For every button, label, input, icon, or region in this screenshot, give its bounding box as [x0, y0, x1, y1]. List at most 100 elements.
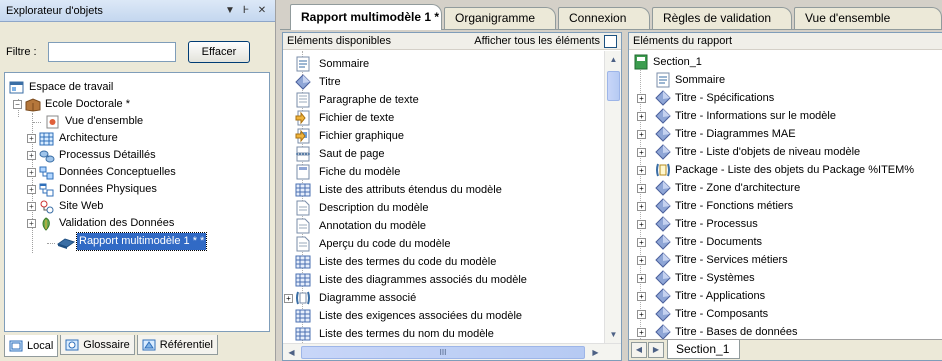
expand-icon[interactable]: +: [637, 165, 646, 175]
available-element-item[interactable]: Fichier de texte: [295, 109, 394, 127]
expand-icon[interactable]: +: [637, 219, 646, 229]
expand-icon[interactable]: +: [637, 237, 646, 247]
expand-icon[interactable]: +: [27, 168, 36, 177]
scroll-left-icon[interactable]: ◀: [283, 344, 300, 361]
tree-node-validation[interactable]: + Validation des Données: [27, 215, 174, 232]
available-element-item[interactable]: Fichier graphique: [295, 127, 404, 145]
report-element-label: Titre - Systèmes: [675, 272, 755, 284]
expand-icon[interactable]: +: [637, 147, 646, 157]
available-element-item[interactable]: Paragraphe de texte: [295, 91, 419, 109]
report-element-item[interactable]: + Titre - Diagrammes MAE: [637, 125, 796, 143]
filter-label: Filtre :: [6, 46, 37, 58]
report-element-item[interactable]: + Titre - Fonctions métiers: [637, 197, 793, 215]
vertical-scrollbar[interactable]: ▲ ▼: [604, 51, 621, 343]
available-element-item[interactable]: Saut de page: [295, 145, 384, 163]
tab-connexion[interactable]: Connexion: [558, 7, 650, 29]
available-element-label: Liste des termes du nom du modèle: [319, 328, 494, 340]
scroll-down-icon[interactable]: ▼: [605, 326, 622, 343]
document-icon: [295, 218, 311, 234]
expand-icon[interactable]: +: [27, 134, 36, 143]
expand-icon[interactable]: +: [637, 309, 646, 319]
available-element-item[interactable]: Liste des termes du nom du modèle: [295, 325, 494, 343]
scroll-thumb[interactable]: III: [301, 346, 585, 359]
section-prev-icon[interactable]: ◀: [631, 342, 647, 358]
available-element-item[interactable]: Sommaire: [295, 55, 369, 73]
expand-icon[interactable]: +: [637, 93, 646, 103]
expand-icon[interactable]: +: [637, 111, 646, 121]
expand-icon[interactable]: +: [637, 327, 646, 337]
tab-organigramme[interactable]: Organigramme: [444, 7, 556, 29]
available-element-item[interactable]: Aperçu du code du modèle: [295, 235, 450, 253]
tab-regles-validation[interactable]: Règles de validation: [652, 7, 792, 29]
report-element-item[interactable]: + Package - Liste des objets du Package %…: [637, 161, 914, 179]
tree-node-workspace[interactable]: Espace de travail: [9, 79, 113, 96]
tree-node-donnees-conceptuelles[interactable]: + Données Conceptuelles: [27, 164, 176, 181]
report-element-label: Titre - Bases de données: [675, 326, 798, 338]
tab-vue-ensemble[interactable]: Vue d'ensemble: [794, 7, 942, 29]
list-icon: [295, 182, 311, 198]
expand-icon[interactable]: +: [27, 219, 36, 228]
expand-icon[interactable]: +: [637, 201, 646, 211]
expand-icon[interactable]: +: [637, 255, 646, 265]
close-icon[interactable]: ✕: [255, 5, 269, 16]
tree-node-label: Espace de travail: [29, 81, 114, 93]
tree-node-vue-ensemble[interactable]: Vue d'ensemble: [45, 113, 143, 130]
local-icon: [9, 340, 23, 352]
available-element-item[interactable]: Description du modèle: [295, 199, 428, 217]
pin-icon[interactable]: Ͱ: [239, 5, 253, 16]
expand-icon[interactable]: +: [27, 202, 36, 211]
report-element-item[interactable]: + Titre - Informations sur le modèle: [637, 107, 836, 125]
explorer-titlebar: Explorateur d'objets ▼ Ͱ ✕: [0, 0, 275, 22]
tab-referentiel[interactable]: Référentiel: [136, 335, 218, 355]
clear-filter-button[interactable]: Effacer: [188, 41, 250, 63]
report-element-item[interactable]: + Titre - Spécifications: [637, 89, 774, 107]
filter-input[interactable]: [48, 42, 176, 62]
tab-section-1[interactable]: Section_1: [667, 340, 741, 359]
tree-node-architecture[interactable]: + Architecture: [27, 130, 118, 147]
expand-icon[interactable]: +: [637, 273, 646, 283]
scroll-right-icon[interactable]: ▶: [587, 344, 604, 361]
available-element-item[interactable]: Liste des termes du code du modèle: [295, 253, 496, 271]
available-element-item[interactable]: + Diagramme associé: [284, 289, 416, 307]
report-element-item[interactable]: + Titre - Applications: [637, 287, 765, 305]
expand-icon[interactable]: +: [27, 185, 36, 194]
expand-icon[interactable]: +: [284, 293, 293, 303]
report-element-item[interactable]: + Titre - Composants: [637, 305, 768, 323]
expand-icon[interactable]: +: [637, 291, 646, 301]
panel-menu-icon[interactable]: ▼: [223, 5, 237, 16]
report-element-item[interactable]: + Titre - Liste d'objets de niveau modèle: [637, 143, 860, 161]
available-element-item[interactable]: Liste des attributs étendus du modèle: [295, 181, 502, 199]
report-element-item[interactable]: + Titre - Documents: [637, 233, 762, 251]
show-all-elements-toggle[interactable]: Afficher tous les éléments: [474, 34, 617, 48]
expand-icon[interactable]: +: [27, 151, 36, 160]
tab-rapport-multimodele[interactable]: Rapport multimodèle 1 *: [290, 4, 442, 30]
tree-node-ecole-doctorale[interactable]: − Ecole Doctorale *: [13, 96, 130, 113]
tree-node-processus[interactable]: + Processus Détaillés: [27, 147, 156, 164]
show-all-checkbox[interactable]: [604, 34, 617, 48]
report-element-item[interactable]: + Titre - Zone d'architecture: [637, 179, 800, 197]
available-element-item[interactable]: Fiche du modèle: [295, 163, 400, 181]
list-icon: [295, 272, 311, 288]
scroll-up-icon[interactable]: ▲: [605, 51, 622, 68]
section-next-icon[interactable]: ▶: [648, 342, 664, 358]
tab-glossaire[interactable]: Glossaire: [60, 335, 135, 355]
horizontal-scrollbar[interactable]: ◀ III ▶: [283, 343, 621, 360]
expand-icon[interactable]: +: [637, 183, 646, 193]
tree-node-donnees-physiques[interactable]: + Données Physiques: [27, 181, 157, 198]
title-icon: [655, 144, 671, 160]
available-element-item[interactable]: Liste des exigences associées du modèle: [295, 307, 522, 325]
tree-node-rapport-multimodele[interactable]: Rapport multimodèle 1 * *: [57, 232, 208, 251]
report-section-node[interactable]: Section_1: [633, 53, 702, 71]
scroll-thumb[interactable]: [607, 71, 620, 101]
available-element-item[interactable]: Annotation du modèle: [295, 217, 426, 235]
expand-icon[interactable]: +: [637, 129, 646, 139]
available-element-item[interactable]: Liste des diagrammes associés du modèle: [295, 271, 527, 289]
report-element-item[interactable]: + Titre - Systèmes: [637, 269, 755, 287]
report-element-item[interactable]: Sommaire: [655, 71, 725, 89]
tree-node-site-web[interactable]: + Site Web: [27, 198, 103, 215]
available-element-item[interactable]: Titre: [295, 73, 341, 91]
collapse-icon[interactable]: −: [13, 100, 22, 109]
tab-local[interactable]: Local: [4, 335, 59, 357]
report-element-item[interactable]: + Titre - Processus: [637, 215, 758, 233]
report-element-item[interactable]: + Titre - Services métiers: [637, 251, 788, 269]
